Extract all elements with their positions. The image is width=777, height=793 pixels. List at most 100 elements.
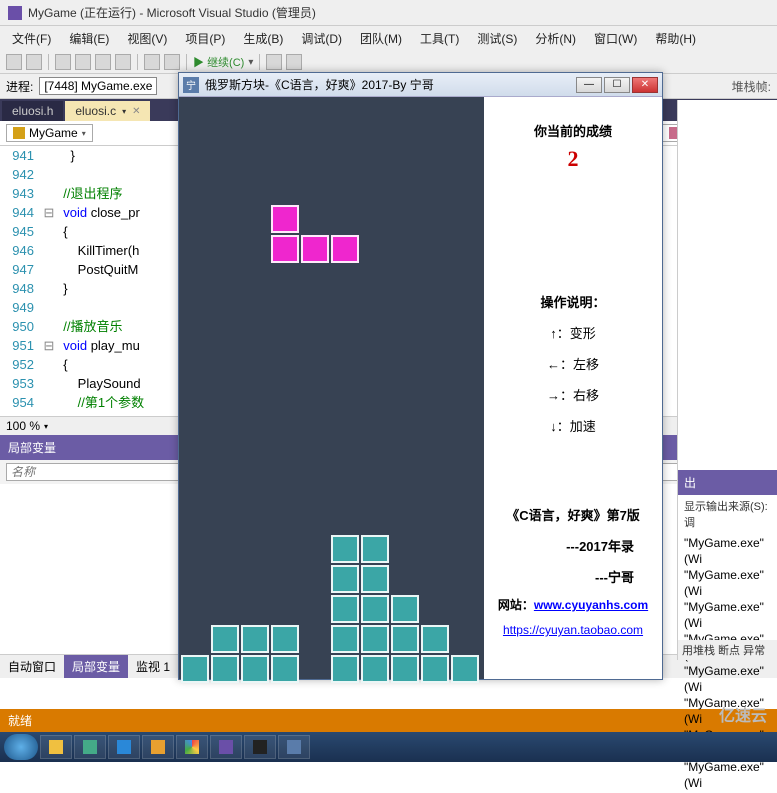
tetris-cell xyxy=(241,655,269,683)
toolbar: ▶ 继续(C) ▾ xyxy=(0,51,777,74)
tetris-cell xyxy=(331,565,359,593)
process-select[interactable]: [7448] MyGame.exe xyxy=(39,77,157,95)
menu-item[interactable]: 帮助(H) xyxy=(647,28,704,49)
task-chrome[interactable] xyxy=(176,735,208,759)
output-panel: 出 显示输出来源(S): 调 "MyGame.exe"(Wi"MyGame.ex… xyxy=(677,100,777,660)
menu-item[interactable]: 分析(N) xyxy=(527,28,584,49)
tetris-cell xyxy=(451,655,479,683)
game-side-panel: 你当前的成绩 2 操作说明： ↑：变形←：左移→：右移↓：加速 《C语言，好爽》… xyxy=(484,97,662,679)
bottom-tab[interactable]: 自动窗口 xyxy=(0,655,64,678)
open-file-button[interactable] xyxy=(75,54,91,70)
output-source-label: 显示输出来源(S): 调 xyxy=(678,495,777,533)
tetris-cell xyxy=(331,625,359,653)
task-cmd[interactable] xyxy=(244,735,276,759)
menu-item[interactable]: 文件(F) xyxy=(4,28,59,49)
minimize-button[interactable]: — xyxy=(576,77,602,93)
game-icon: 宁 xyxy=(183,77,199,93)
website-link[interactable]: www.cyuyanhs.com xyxy=(534,598,648,612)
doc-tab[interactable]: eluosi.h xyxy=(2,101,63,121)
op-line: ↓：加速 xyxy=(492,416,654,435)
menu-item[interactable]: 视图(V) xyxy=(119,28,175,49)
tetris-cell xyxy=(211,625,239,653)
tetris-cell xyxy=(361,625,389,653)
continue-button[interactable]: ▶ 继续(C) xyxy=(193,54,244,70)
nav-fwd-button[interactable] xyxy=(26,54,42,70)
tetris-cell xyxy=(421,625,449,653)
op-line: →：右移 xyxy=(492,385,654,404)
project-icon xyxy=(13,127,25,139)
menu-item[interactable]: 测试(S) xyxy=(469,28,525,49)
menu-item[interactable]: 生成(B) xyxy=(235,28,291,49)
tetris-cell xyxy=(331,595,359,623)
menu-bar: 文件(F)编辑(E)视图(V)项目(P)生成(B)调试(D)团队(M)工具(T)… xyxy=(0,26,777,51)
output-footer-tabs[interactable]: 用堆栈 断点 异常 xyxy=(678,640,777,660)
tetris-cell xyxy=(181,655,209,683)
tetris-cell xyxy=(241,625,269,653)
taskbar xyxy=(0,732,777,762)
start-button[interactable] xyxy=(4,734,38,760)
bottom-tab[interactable]: 监视 1 xyxy=(128,655,178,678)
promo-text: 《C语言，好爽》第7版 xyxy=(492,505,654,524)
task-game[interactable] xyxy=(278,735,310,759)
tetris-cell xyxy=(301,235,329,263)
taobao-link[interactable]: https://cyuyan.taobao.com xyxy=(492,623,654,637)
task-explorer[interactable] xyxy=(40,735,72,759)
save-all-button[interactable] xyxy=(115,54,131,70)
new-file-button[interactable] xyxy=(55,54,71,70)
website-line: 网站：www.cyuyanhs.com xyxy=(492,596,654,613)
status-bar: 就绪 xyxy=(0,709,777,732)
menu-item[interactable]: 调试(D) xyxy=(293,28,350,49)
game-title-text: 俄罗斯方块-《C语言，好爽》2017-By 宁哥 xyxy=(205,76,434,93)
save-button[interactable] xyxy=(95,54,111,70)
tetris-cell xyxy=(361,595,389,623)
tetris-cell xyxy=(271,625,299,653)
tetris-cell xyxy=(361,655,389,683)
tetris-cell xyxy=(361,565,389,593)
menu-item[interactable]: 团队(M) xyxy=(352,28,410,49)
undo-button[interactable] xyxy=(144,54,160,70)
vs-title-text: MyGame (正在运行) - Microsoft Visual Studio … xyxy=(28,4,316,21)
op-line: ←：左移 xyxy=(492,354,654,373)
tetris-cell xyxy=(271,205,299,233)
playfield[interactable] xyxy=(179,97,484,679)
menu-item[interactable]: 编辑(E) xyxy=(61,28,117,49)
signature-2: ---宁哥 xyxy=(492,567,654,586)
bottom-tab[interactable]: 局部变量 xyxy=(64,655,128,678)
close-button[interactable]: ✕ xyxy=(632,77,658,93)
stop-button[interactable] xyxy=(286,54,302,70)
doc-tab[interactable]: eluosi.c▾✕ xyxy=(65,101,150,121)
score-label: 你当前的成绩 xyxy=(492,121,654,140)
tetris-cell xyxy=(361,535,389,563)
pause-button[interactable] xyxy=(266,54,282,70)
tetris-cell xyxy=(391,595,419,623)
menu-item[interactable]: 工具(T) xyxy=(412,28,467,49)
task-desktop[interactable] xyxy=(74,735,106,759)
nav-back-button[interactable] xyxy=(6,54,22,70)
tetris-cell xyxy=(331,655,359,683)
tetris-cell xyxy=(391,655,419,683)
zoom-value[interactable]: 100 % xyxy=(6,419,40,433)
signature-1: ---2017年录 xyxy=(492,536,654,555)
op-line: ↑：变形 xyxy=(492,323,654,342)
maximize-button[interactable]: ☐ xyxy=(604,77,630,93)
tetris-cell xyxy=(211,655,239,683)
ops-title: 操作说明： xyxy=(492,292,654,311)
tetris-cell xyxy=(331,535,359,563)
tetris-cell xyxy=(331,235,359,263)
task-folder[interactable] xyxy=(142,735,174,759)
output-header: 出 xyxy=(678,470,777,495)
tetris-cell xyxy=(271,235,299,263)
game-window: 宁 俄罗斯方块-《C语言，好爽》2017-By 宁哥 — ☐ ✕ 你当前的成绩 … xyxy=(178,72,663,680)
vs-title-bar: MyGame (正在运行) - Microsoft Visual Studio … xyxy=(0,0,777,26)
menu-item[interactable]: 项目(P) xyxy=(177,28,233,49)
project-scope[interactable]: MyGame▾ xyxy=(6,124,93,142)
game-title-bar[interactable]: 宁 俄罗斯方块-《C语言，好爽》2017-By 宁哥 — ☐ ✕ xyxy=(179,73,662,97)
task-app-blue[interactable] xyxy=(108,735,140,759)
menu-item[interactable]: 窗口(W) xyxy=(586,28,645,49)
vs-icon xyxy=(8,6,22,20)
redo-button[interactable] xyxy=(164,54,180,70)
tetris-cell xyxy=(391,625,419,653)
task-vs[interactable] xyxy=(210,735,242,759)
stackframe-label: 堆栈帧: xyxy=(732,78,771,95)
tetris-cell xyxy=(421,655,449,683)
